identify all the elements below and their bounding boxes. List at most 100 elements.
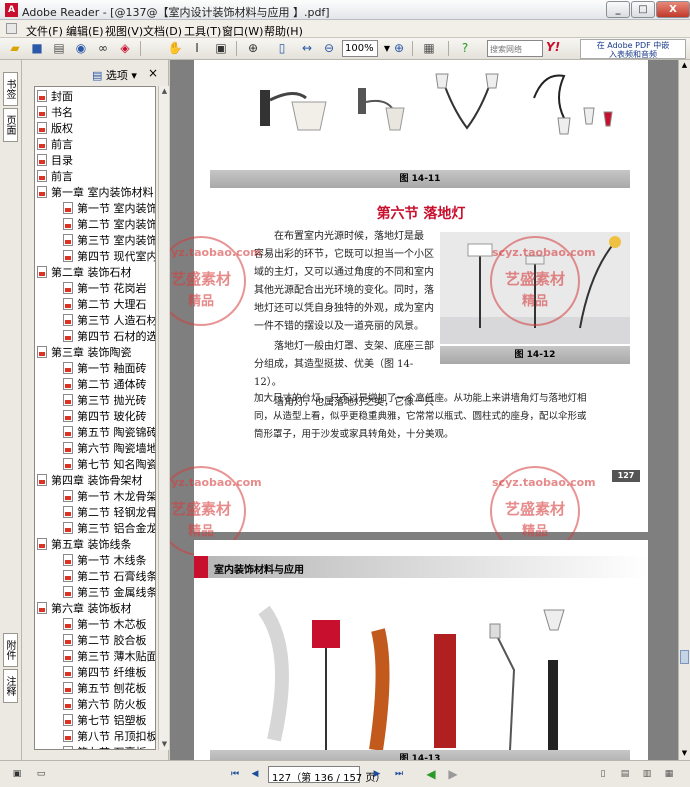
- menu-tools[interactable]: 工具(T): [184, 23, 221, 39]
- scroll-up-arrow-icon[interactable]: ▲: [159, 86, 170, 97]
- binoculars-icon[interactable]: ∞: [94, 40, 112, 57]
- page-size-icon[interactable]: ▭: [34, 767, 48, 781]
- bookmark-item[interactable]: 封面: [37, 89, 73, 105]
- bookmark-item[interactable]: 第三章 装饰陶瓷: [37, 345, 132, 361]
- previous-page-icon[interactable]: ◀: [248, 767, 262, 781]
- bookmark-item[interactable]: 目录: [37, 153, 73, 169]
- bookmark-item[interactable]: 书名: [37, 105, 73, 121]
- next-page-icon[interactable]: ▶: [370, 767, 384, 781]
- tab-bookmarks[interactable]: 书签: [3, 72, 18, 106]
- scroll-down-arrow-icon[interactable]: ▼: [159, 739, 170, 750]
- single-page-view-icon[interactable]: ▯: [596, 767, 610, 781]
- save-icon[interactable]: ■: [28, 40, 46, 57]
- bookmark-item[interactable]: 第二节 石膏线条: [63, 569, 155, 585]
- page-layout-icon[interactable]: ▦: [420, 40, 438, 57]
- bookmark-item[interactable]: 版权: [37, 121, 73, 137]
- open-folder-icon[interactable]: ▰: [6, 40, 24, 57]
- bookmark-item[interactable]: 第三节 抛光砖: [63, 393, 147, 409]
- page-number-field[interactable]: 127（第 136 / 157 页）: [268, 766, 385, 784]
- close-panel-icon[interactable]: ×: [148, 66, 158, 80]
- minimize-button[interactable]: _: [606, 1, 630, 18]
- bookmark-item[interactable]: 第四节 石材的选: [63, 329, 155, 345]
- bookmark-item[interactable]: 第一节 花岗岩: [63, 281, 147, 297]
- menu-window[interactable]: 窗口(W): [222, 23, 263, 39]
- tab-pages[interactable]: 页面: [3, 108, 18, 142]
- document-scrollbar[interactable]: ▲ ▼: [678, 60, 690, 760]
- bookmark-item[interactable]: 前言: [37, 169, 73, 185]
- bookmark-item[interactable]: 第二章 装饰石材: [37, 265, 132, 281]
- bookmark-item[interactable]: 第五节 刨花板: [63, 681, 147, 697]
- bookmark-item[interactable]: 第一节 釉面砖: [63, 361, 147, 377]
- close-button[interactable]: X: [656, 1, 690, 18]
- bookmark-list: 封面书名版权前言目录前言第一章 室内装饰材料第一节 室内装饰材第二节 室内装饰第…: [34, 86, 156, 750]
- document-viewport[interactable]: 图 14-11 第六节 落地灯 在布置室内光源时候，落地灯是最 容易出彩的环节，…: [170, 60, 678, 760]
- menu-edit[interactable]: 编辑(E): [66, 23, 104, 39]
- bookmark-item[interactable]: 第九节 石膏板: [63, 745, 147, 749]
- bookmark-scrollbar[interactable]: ▲ ▼: [158, 86, 169, 750]
- bookmark-item[interactable]: 第三节 薄木贴面: [63, 649, 155, 665]
- help-icon[interactable]: ?: [456, 40, 474, 57]
- secure-icon[interactable]: ◈: [116, 40, 134, 57]
- menu-file[interactable]: 文件(F): [26, 23, 63, 39]
- bookmark-item[interactable]: 第六节 防火板: [63, 697, 147, 713]
- bookmark-item[interactable]: 第一节 木线条: [63, 553, 147, 569]
- tab-attachments[interactable]: 附件: [3, 633, 18, 667]
- bookmark-item[interactable]: 第三节 室内装饰: [63, 233, 155, 249]
- bookmark-item[interactable]: 第四节 玻化砖: [63, 409, 147, 425]
- bookmark-item[interactable]: 第四节 现代室内: [63, 249, 155, 265]
- snapshot-icon[interactable]: ▣: [212, 40, 230, 57]
- print-icon[interactable]: ▤: [50, 40, 68, 57]
- adobe-promo-box[interactable]: 在 Adobe PDF 中嵌 入表频和音频: [580, 39, 686, 59]
- bookmark-item[interactable]: 第一章 室内装饰材料: [37, 185, 154, 201]
- panel-toggle-icon[interactable]: ▣: [10, 767, 24, 781]
- bookmark-item[interactable]: 第四章 装饰骨架材: [37, 473, 143, 489]
- facing-view-icon[interactable]: ▥: [640, 767, 654, 781]
- email-icon[interactable]: ◉: [72, 40, 90, 57]
- bookmark-item[interactable]: 第七节 知名陶瓷: [63, 457, 155, 473]
- zoom-in-icon[interactable]: ⊕: [390, 40, 408, 57]
- scrollbar-thumb[interactable]: [680, 650, 689, 664]
- bookmark-item[interactable]: 第三节 人造石材: [63, 313, 155, 329]
- select-text-icon[interactable]: I: [188, 40, 206, 57]
- maximize-button[interactable]: □: [631, 1, 655, 18]
- zoom-level-input[interactable]: 100%: [342, 40, 378, 57]
- bookmark-item[interactable]: 第二节 室内装饰: [63, 217, 155, 233]
- menu-document[interactable]: 文档(D): [143, 23, 182, 39]
- bookmark-item[interactable]: 第二节 大理石: [63, 297, 147, 313]
- zoom-in-tool-icon[interactable]: ⊕: [244, 40, 262, 57]
- bookmark-item[interactable]: 第五节 陶瓷锦砖: [63, 425, 155, 441]
- bookmark-item[interactable]: 第六章 装饰板材: [37, 601, 132, 617]
- bookmark-item[interactable]: 第二节 轻钢龙骨: [63, 505, 155, 521]
- menu-view[interactable]: 视图(V): [105, 23, 143, 39]
- last-page-icon[interactable]: ⏭: [392, 767, 406, 781]
- bookmark-item[interactable]: 第四节 纤维板: [63, 665, 147, 681]
- zoom-out-icon[interactable]: ⊖: [320, 40, 338, 57]
- bookmark-item[interactable]: 第一节 木龙骨架: [63, 489, 155, 505]
- scroll-up-arrow-icon[interactable]: ▲: [679, 60, 690, 71]
- hand-tool-icon[interactable]: ✋: [166, 40, 184, 57]
- bookmark-item[interactable]: 第七节 铝塑板: [63, 713, 147, 729]
- bookmark-item[interactable]: 第二节 胶合板: [63, 633, 147, 649]
- bookmark-item[interactable]: 前言: [37, 137, 73, 153]
- tab-comments[interactable]: 注释: [3, 669, 18, 703]
- bookmark-item[interactable]: 第一节 木芯板: [63, 617, 147, 633]
- bookmark-item[interactable]: 第三节 铝合金龙: [63, 521, 155, 537]
- first-page-icon[interactable]: ⏮: [228, 767, 242, 781]
- bookmark-item[interactable]: 第八节 吊顶扣板: [63, 729, 155, 745]
- bookmark-item[interactable]: 第一节 室内装饰材: [63, 201, 155, 217]
- bookmark-item[interactable]: 第二节 通体砖: [63, 377, 147, 393]
- scroll-down-arrow-icon[interactable]: ▼: [679, 748, 690, 759]
- bookmark-item[interactable]: 第三节 金属线条: [63, 585, 155, 601]
- continuous-facing-view-icon[interactable]: ▦: [662, 767, 676, 781]
- previous-view-icon[interactable]: ◀: [424, 767, 438, 781]
- fit-page-icon[interactable]: ▯: [273, 40, 291, 57]
- options-button[interactable]: ▤ 选项 ▾: [92, 67, 137, 83]
- bookmark-item[interactable]: 第六节 陶瓷墙地: [63, 441, 155, 457]
- fit-width-icon[interactable]: ↔: [298, 40, 316, 57]
- next-view-icon[interactable]: ▶: [446, 767, 460, 781]
- menu-help[interactable]: 帮助(H): [264, 23, 303, 39]
- continuous-view-icon[interactable]: ▤: [618, 767, 632, 781]
- bookmark-item[interactable]: 第五章 装饰线条: [37, 537, 132, 553]
- search-web-input[interactable]: 搜索网络: [487, 40, 543, 57]
- yahoo-logo-icon[interactable]: Y!: [546, 40, 560, 54]
